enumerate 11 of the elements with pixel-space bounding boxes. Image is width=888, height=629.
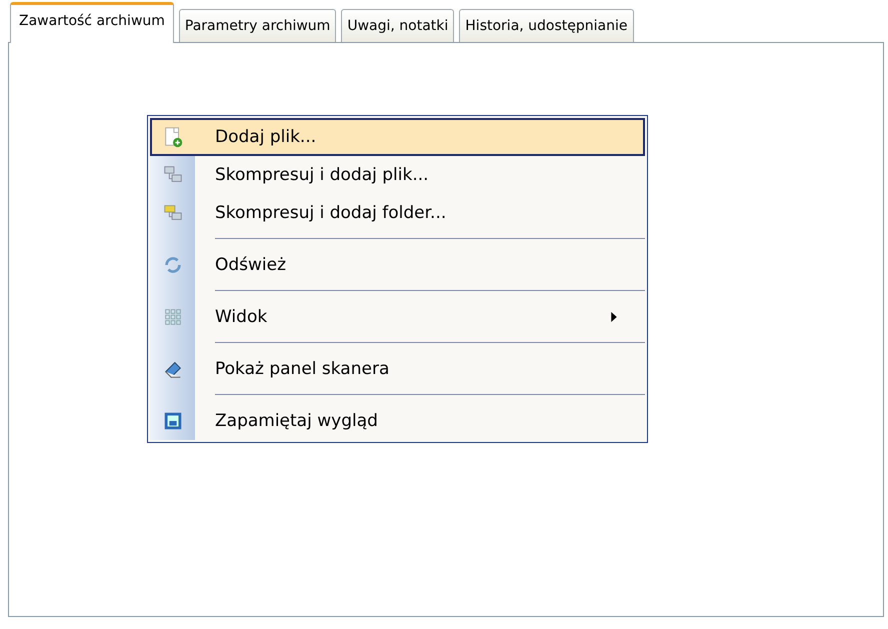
menu-item[interactable]: Skompresuj i dodaj folder...	[195, 194, 645, 232]
menu-item[interactable]: Pokaż panel skanera	[195, 350, 645, 388]
menu-item[interactable]: Skompresuj i dodaj plik...	[195, 156, 645, 194]
menu-item[interactable]: Widok	[195, 298, 645, 336]
menu-item[interactable]: Zapamiętaj wygląd	[195, 402, 645, 440]
tab[interactable]: Historia, udostępnianie	[459, 9, 634, 42]
tab[interactable]: Uwagi, notatki	[341, 9, 454, 42]
submenu-arrow-icon	[611, 312, 617, 322]
menu-item[interactable]: Odśwież	[195, 246, 645, 284]
tab[interactable]: Zawartość archiwum	[10, 2, 174, 43]
tab[interactable]: Parametry archiwum	[178, 9, 336, 42]
